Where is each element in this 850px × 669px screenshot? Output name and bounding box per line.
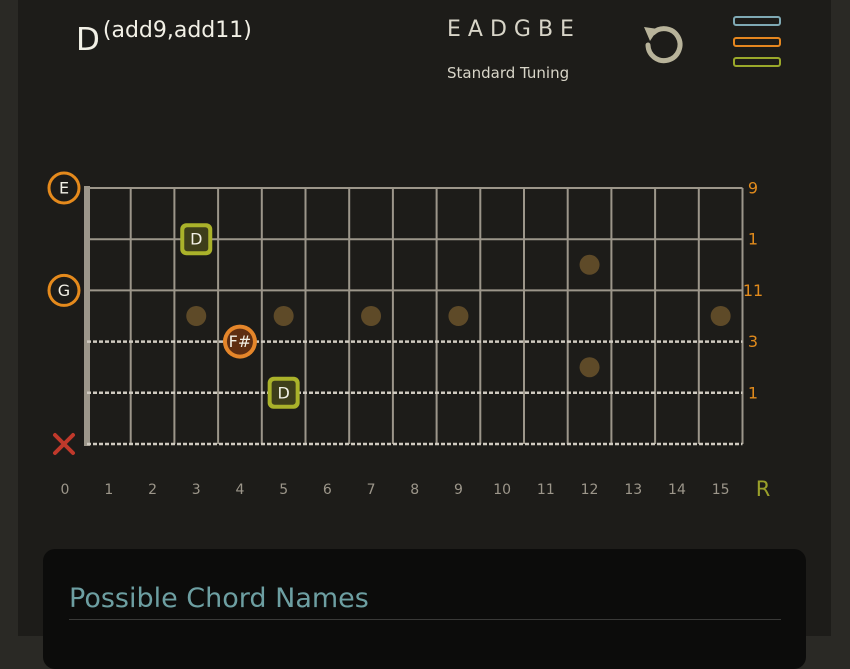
root-label: R xyxy=(756,477,771,501)
panel-divider xyxy=(69,619,781,620)
note-label: F# xyxy=(229,332,252,351)
fret-number: 15 xyxy=(712,482,730,498)
interval-label: 3 xyxy=(748,332,758,351)
muted-string-icon[interactable] xyxy=(53,433,75,455)
fret-number: 12 xyxy=(581,482,599,498)
fret-number: 6 xyxy=(323,482,332,498)
interval-label: 11 xyxy=(743,281,763,300)
interval-label: 9 xyxy=(748,179,758,198)
interval-label: 1 xyxy=(748,230,758,249)
fret-number: 8 xyxy=(410,482,419,498)
open-string-label: G xyxy=(58,281,70,300)
fret-number: 10 xyxy=(493,482,511,498)
open-string-label: E xyxy=(59,179,69,198)
fret-inlay xyxy=(273,306,294,326)
fretboard[interactable]: E 91G 1131DF#D0 1 2 3 4 5 6 7 8 9 10 11 12 13 14 15 R xyxy=(0,0,850,520)
fret-inlay xyxy=(579,357,600,378)
fret-number: 14 xyxy=(668,482,686,498)
fret-number: 3 xyxy=(192,482,201,498)
fret-number: 0 xyxy=(61,482,70,498)
fret-number: 5 xyxy=(279,482,288,498)
fret-inlay xyxy=(710,306,731,326)
note-label: D xyxy=(277,383,289,402)
fret-number: 7 xyxy=(367,482,376,498)
chord-names-panel: Possible Chord Names xyxy=(43,549,806,669)
fret-inlay xyxy=(361,306,382,326)
fret-inlay xyxy=(579,254,600,275)
interval-label: 1 xyxy=(748,383,758,402)
fret-number: 11 xyxy=(537,482,555,498)
fret-number: 9 xyxy=(454,482,463,498)
note-label: D xyxy=(190,230,202,249)
fret-number: 2 xyxy=(148,482,157,498)
fret-number: 1 xyxy=(104,482,113,498)
fret-inlay xyxy=(448,306,469,326)
fret-number: 4 xyxy=(235,482,244,498)
panel-title: Possible Chord Names xyxy=(69,583,369,614)
fret-number: 13 xyxy=(624,482,642,498)
fret-inlay xyxy=(186,306,207,326)
